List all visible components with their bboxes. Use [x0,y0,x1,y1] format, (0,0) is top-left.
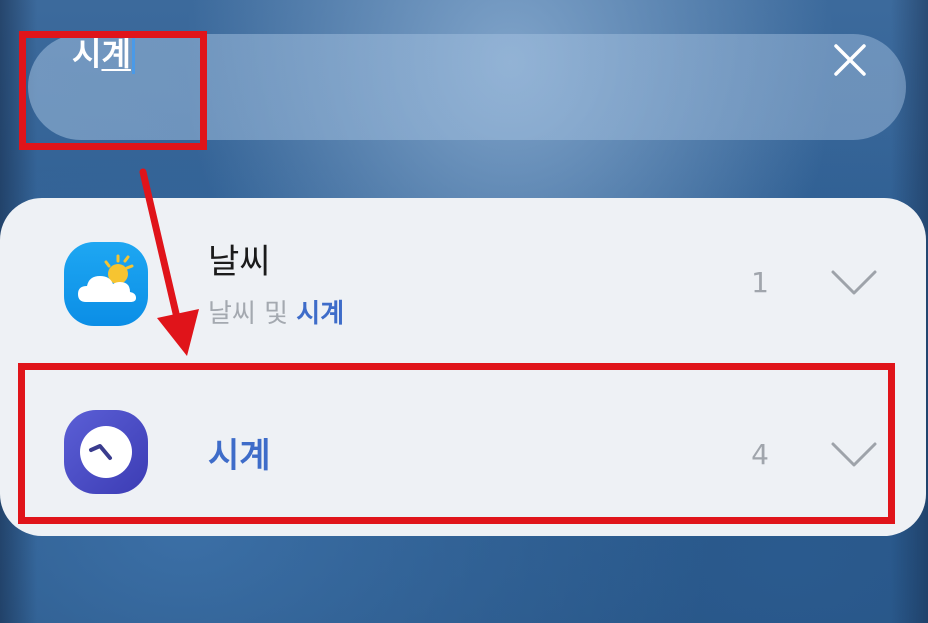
result-row-clock[interactable]: 시계 4 [0,368,926,536]
result-title: 날씨 [208,242,271,282]
search-bar[interactable] [28,34,906,140]
result-count: 4 [751,438,769,471]
chevron-down-icon[interactable] [830,268,878,298]
clock-icon [64,410,148,494]
close-icon [834,44,866,76]
search-query-prefix: 시 [72,35,102,73]
result-title: 시계 [208,436,271,476]
search-input[interactable]: 시계 [72,34,135,74]
result-subtitle: 날씨 및 시계 [208,298,344,330]
text-cursor [131,34,135,74]
result-row-weather[interactable]: 날씨 날씨 및 시계 1 [0,198,926,368]
subtitle-highlight: 시계 [296,299,345,329]
clear-search-button[interactable] [826,36,874,84]
search-results-panel: 날씨 날씨 및 시계 1 시계 4 [0,198,926,536]
result-count: 1 [751,266,769,299]
search-query-composing: 계 [101,35,131,73]
chevron-down-icon[interactable] [830,440,878,470]
subtitle-text: 날씨 및 [208,299,297,329]
weather-icon [64,242,148,326]
